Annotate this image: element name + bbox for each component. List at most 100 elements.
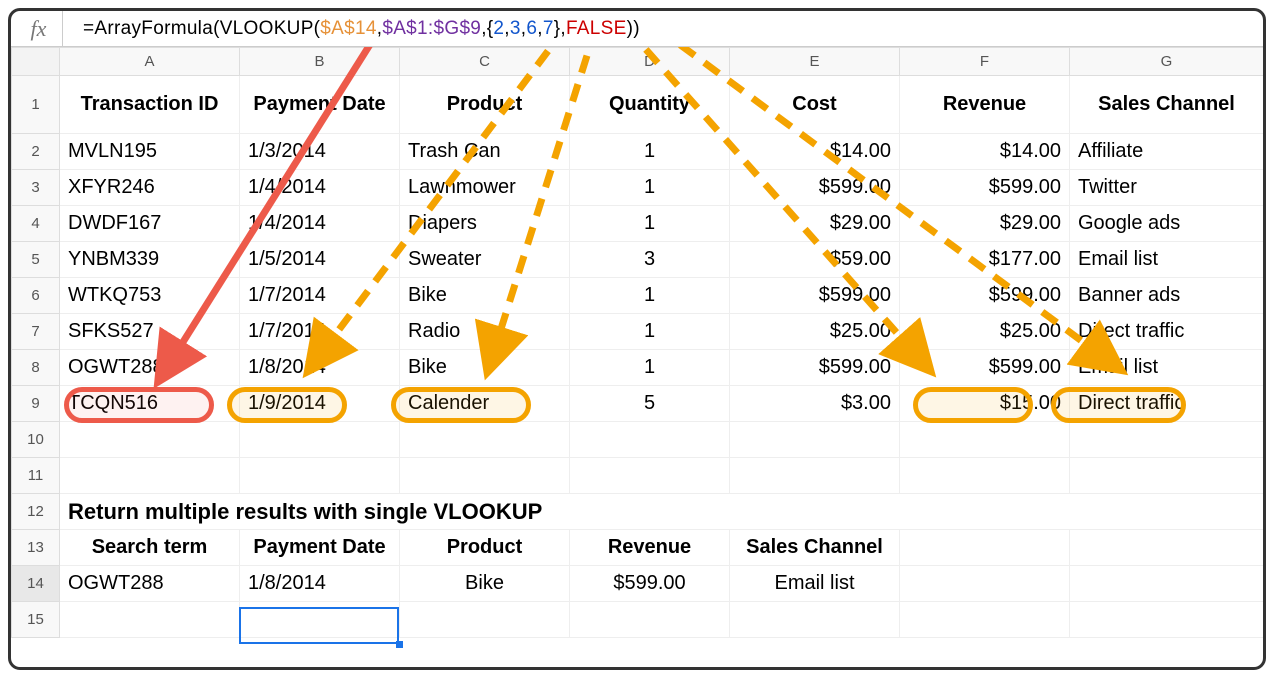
cell[interactable]: $14.00 bbox=[730, 134, 900, 170]
cell[interactable]: $29.00 bbox=[900, 206, 1070, 242]
section-title[interactable]: Return multiple results with single VLOO… bbox=[60, 494, 1264, 530]
row-header[interactable]: 14 bbox=[12, 566, 60, 602]
cell[interactable]: $599.00 bbox=[570, 566, 730, 602]
cell[interactable]: Quantity bbox=[570, 76, 730, 134]
cell[interactable] bbox=[60, 422, 240, 458]
cell[interactable]: Banner ads bbox=[1070, 278, 1264, 314]
cell[interactable]: 1 bbox=[570, 134, 730, 170]
col-header-f[interactable]: F bbox=[900, 48, 1070, 76]
row-header[interactable]: 10 bbox=[12, 422, 60, 458]
cell[interactable]: Bike bbox=[400, 278, 570, 314]
cell[interactable]: Direct traffic bbox=[1070, 314, 1264, 350]
cell[interactable]: Twitter bbox=[1070, 170, 1264, 206]
cell[interactable]: $25.00 bbox=[900, 314, 1070, 350]
cell[interactable]: 1 bbox=[570, 170, 730, 206]
cell[interactable]: Trash Can bbox=[400, 134, 570, 170]
cell[interactable]: 1 bbox=[570, 350, 730, 386]
cell[interactable]: SFKS527 bbox=[60, 314, 240, 350]
cell[interactable]: $25.00 bbox=[730, 314, 900, 350]
cell[interactable]: Google ads bbox=[1070, 206, 1264, 242]
cell[interactable]: $29.00 bbox=[730, 206, 900, 242]
col-header-d[interactable]: D bbox=[570, 48, 730, 76]
cell[interactable]: Radio bbox=[400, 314, 570, 350]
col-header-a[interactable]: A bbox=[60, 48, 240, 76]
fill-handle[interactable] bbox=[396, 641, 403, 648]
cell[interactable]: OGWT288 bbox=[60, 566, 240, 602]
cell[interactable]: Affiliate bbox=[1070, 134, 1264, 170]
row-header[interactable]: 4 bbox=[12, 206, 60, 242]
cell[interactable]: 1/8/2014 bbox=[240, 350, 400, 386]
cell[interactable]: $3.00 bbox=[730, 386, 900, 422]
cell[interactable]: $599.00 bbox=[900, 350, 1070, 386]
cell[interactable]: Product bbox=[400, 530, 570, 566]
cell[interactable]: Sales Channel bbox=[730, 530, 900, 566]
cell[interactable]: YNBM339 bbox=[60, 242, 240, 278]
cell[interactable]: $599.00 bbox=[900, 170, 1070, 206]
row-header[interactable]: 8 bbox=[12, 350, 60, 386]
row-header[interactable]: 5 bbox=[12, 242, 60, 278]
row-header-1[interactable]: 1 bbox=[12, 76, 60, 134]
cell[interactable]: Calender bbox=[400, 386, 570, 422]
cell[interactable]: Email list bbox=[1070, 350, 1264, 386]
cell[interactable]: 1/9/2014 bbox=[240, 386, 400, 422]
cell[interactable]: 3 bbox=[570, 242, 730, 278]
cell[interactable]: Bike bbox=[400, 350, 570, 386]
cell[interactable]: $177.00 bbox=[900, 242, 1070, 278]
cell[interactable]: Direct traffic bbox=[1070, 386, 1264, 422]
cell[interactable]: $599.00 bbox=[730, 170, 900, 206]
cell[interactable]: Payment Date bbox=[240, 76, 400, 134]
row-header[interactable]: 6 bbox=[12, 278, 60, 314]
cell[interactable]: Cost bbox=[730, 76, 900, 134]
col-header-b[interactable]: B bbox=[240, 48, 400, 76]
cell[interactable]: 1 bbox=[570, 314, 730, 350]
cell[interactable]: WTKQ753 bbox=[60, 278, 240, 314]
cell[interactable]: 1/4/2014 bbox=[240, 206, 400, 242]
cell[interactable]: Sweater bbox=[400, 242, 570, 278]
cell[interactable]: 1/4/2014 bbox=[240, 170, 400, 206]
cell[interactable]: Payment Date bbox=[240, 530, 400, 566]
cell[interactable]: Revenue bbox=[570, 530, 730, 566]
cell[interactable]: OGWT288 bbox=[60, 350, 240, 386]
col-header-g[interactable]: G bbox=[1070, 48, 1264, 76]
col-header-c[interactable]: C bbox=[400, 48, 570, 76]
cell[interactable]: 1/7/2014 bbox=[240, 278, 400, 314]
cell[interactable]: XFYR246 bbox=[60, 170, 240, 206]
cell[interactable]: 1/7/2014 bbox=[240, 314, 400, 350]
formula-input[interactable]: =ArrayFormula(VLOOKUP($A$14,$A$1:$G$9,{2… bbox=[63, 18, 640, 40]
cell[interactable]: 1/5/2014 bbox=[240, 242, 400, 278]
cell[interactable]: Bike bbox=[400, 566, 570, 602]
cell[interactable]: TCQN516 bbox=[60, 386, 240, 422]
cell[interactable]: $14.00 bbox=[900, 134, 1070, 170]
cell[interactable]: Diapers bbox=[400, 206, 570, 242]
cell[interactable]: 1 bbox=[570, 278, 730, 314]
cell[interactable]: $59.00 bbox=[730, 242, 900, 278]
cell[interactable]: DWDF167 bbox=[60, 206, 240, 242]
spreadsheet-grid[interactable]: A B C D E F G 1 Transaction ID Payment D… bbox=[11, 47, 1263, 638]
cell[interactable]: Email list bbox=[730, 566, 900, 602]
cell[interactable]: $599.00 bbox=[730, 350, 900, 386]
cell[interactable]: Revenue bbox=[900, 76, 1070, 134]
row-header[interactable]: 9 bbox=[12, 386, 60, 422]
cell[interactable]: Sales Channel bbox=[1070, 76, 1264, 134]
cell[interactable]: Email list bbox=[1070, 242, 1264, 278]
col-header-e[interactable]: E bbox=[730, 48, 900, 76]
select-all-corner[interactable] bbox=[12, 48, 60, 76]
row-header[interactable]: 12 bbox=[12, 494, 60, 530]
cell[interactable]: 1/3/2014 bbox=[240, 134, 400, 170]
row-header[interactable]: 3 bbox=[12, 170, 60, 206]
cell[interactable]: Lawnmower bbox=[400, 170, 570, 206]
cell[interactable]: 1 bbox=[570, 206, 730, 242]
row-header[interactable]: 2 bbox=[12, 134, 60, 170]
row-header[interactable]: 15 bbox=[12, 602, 60, 638]
cell[interactable]: Search term bbox=[60, 530, 240, 566]
cell[interactable]: Product bbox=[400, 76, 570, 134]
cell[interactable]: $599.00 bbox=[900, 278, 1070, 314]
row-header[interactable]: 11 bbox=[12, 458, 60, 494]
cell[interactable]: $599.00 bbox=[730, 278, 900, 314]
row-header[interactable]: 13 bbox=[12, 530, 60, 566]
row-header[interactable]: 7 bbox=[12, 314, 60, 350]
cell[interactable]: 5 bbox=[570, 386, 730, 422]
cell[interactable]: Transaction ID bbox=[60, 76, 240, 134]
cell-active[interactable]: 1/8/2014 bbox=[240, 566, 400, 602]
cell[interactable]: $15.00 bbox=[900, 386, 1070, 422]
